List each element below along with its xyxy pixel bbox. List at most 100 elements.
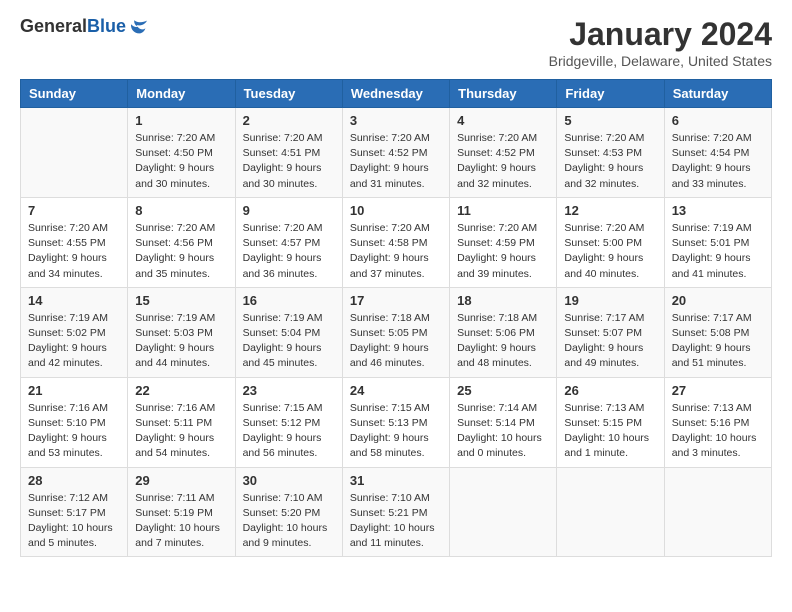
calendar-cell: 13 Sunrise: 7:19 AMSunset: 5:01 PMDayligh… bbox=[664, 197, 771, 287]
calendar-cell: 1Sunrise: 7:20 AMSunset: 4:50 PMDaylight… bbox=[128, 108, 235, 198]
day-number: 14 bbox=[28, 293, 120, 308]
calendar-cell: 12Sunrise: 7:20 AMSunset: 5:00 PMDayligh… bbox=[557, 197, 664, 287]
calendar-cell: 20 Sunrise: 7:17 AMSunset: 5:08 PMDayligh… bbox=[664, 287, 771, 377]
day-number: 10 bbox=[350, 203, 442, 218]
day-info: Sunrise: 7:16 AMSunset: 5:10 PMDaylight:… bbox=[28, 401, 120, 462]
calendar-cell: 4 Sunrise: 7:20 AMSunset: 4:52 PMDaylight… bbox=[450, 108, 557, 198]
calendar-header-row: SundayMondayTuesdayWednesdayThursdayFrid… bbox=[21, 80, 772, 108]
calendar-cell: 17 Sunrise: 7:18 AMSunset: 5:05 PMDayligh… bbox=[342, 287, 449, 377]
day-info: Sunrise: 7:13 AMSunset: 5:16 PMDaylight:… bbox=[672, 401, 764, 462]
day-info: Sunrise: 7:19 AMSunset: 5:01 PMDaylight:… bbox=[672, 221, 764, 282]
calendar-cell: 14 Sunrise: 7:19 AMSunset: 5:02 PMDayligh… bbox=[21, 287, 128, 377]
calendar-cell: 2 Sunrise: 7:20 AMSunset: 4:51 PMDaylight… bbox=[235, 108, 342, 198]
logo-bird-icon bbox=[129, 19, 149, 35]
day-number: 8 bbox=[135, 203, 227, 218]
day-info: Sunrise: 7:20 AMSunset: 4:56 PMDaylight:… bbox=[135, 221, 227, 282]
calendar-cell: 11 Sunrise: 7:20 AMSunset: 4:59 PMDayligh… bbox=[450, 197, 557, 287]
calendar-cell: 19Sunrise: 7:17 AMSunset: 5:07 PMDayligh… bbox=[557, 287, 664, 377]
month-title: January 2024 bbox=[549, 16, 772, 53]
day-number: 21 bbox=[28, 383, 120, 398]
calendar-table: SundayMondayTuesdayWednesdayThursdayFrid… bbox=[20, 79, 772, 557]
weekday-header-wednesday: Wednesday bbox=[342, 80, 449, 108]
logo-blue-section: Blue bbox=[87, 16, 149, 37]
day-info: Sunrise: 7:11 AMSunset: 5:19 PMDaylight:… bbox=[135, 491, 227, 552]
day-info: Sunrise: 7:15 AMSunset: 5:13 PMDaylight:… bbox=[350, 401, 442, 462]
page-header: General Blue January 2024 Bridgeville, D… bbox=[20, 16, 772, 69]
day-number: 2 bbox=[243, 113, 335, 128]
day-number: 11 bbox=[457, 203, 549, 218]
calendar-cell: 5 Sunrise: 7:20 AMSunset: 4:53 PMDaylight… bbox=[557, 108, 664, 198]
calendar-cell: 23 Sunrise: 7:15 AMSunset: 5:12 PMDayligh… bbox=[235, 377, 342, 467]
day-number: 15 bbox=[135, 293, 227, 308]
day-number: 23 bbox=[243, 383, 335, 398]
day-number: 7 bbox=[28, 203, 120, 218]
day-number: 28 bbox=[28, 473, 120, 488]
day-info: Sunrise: 7:15 AMSunset: 5:12 PMDaylight:… bbox=[243, 401, 335, 462]
day-info: Sunrise: 7:16 AMSunset: 5:11 PMDaylight:… bbox=[135, 401, 227, 462]
day-number: 26 bbox=[564, 383, 656, 398]
day-info: Sunrise: 7:20 AMSunset: 4:54 PMDaylight:… bbox=[672, 131, 764, 192]
day-number: 4 bbox=[457, 113, 549, 128]
day-number: 5 bbox=[564, 113, 656, 128]
calendar-cell: 24 Sunrise: 7:15 AMSunset: 5:13 PMDayligh… bbox=[342, 377, 449, 467]
calendar-cell bbox=[21, 108, 128, 198]
day-info: Sunrise: 7:20 AMSunset: 4:51 PMDaylight:… bbox=[243, 131, 335, 192]
day-info: Sunrise: 7:20 AMSunset: 4:59 PMDaylight:… bbox=[457, 221, 549, 282]
day-info: Sunrise: 7:20 AMSunset: 4:58 PMDaylight:… bbox=[350, 221, 442, 282]
title-block: January 2024 Bridgeville, Delaware, Unit… bbox=[549, 16, 772, 69]
day-info: Sunrise: 7:13 AMSunset: 5:15 PMDaylight:… bbox=[564, 401, 656, 462]
calendar-cell: 22Sunrise: 7:16 AMSunset: 5:11 PMDayligh… bbox=[128, 377, 235, 467]
day-number: 18 bbox=[457, 293, 549, 308]
calendar-cell: 31Sunrise: 7:10 AMSunset: 5:21 PMDayligh… bbox=[342, 467, 449, 557]
day-number: 24 bbox=[350, 383, 442, 398]
day-info: Sunrise: 7:12 AMSunset: 5:17 PMDaylight:… bbox=[28, 491, 120, 552]
day-number: 6 bbox=[672, 113, 764, 128]
calendar-cell: 21 Sunrise: 7:16 AMSunset: 5:10 PMDayligh… bbox=[21, 377, 128, 467]
calendar-cell: 28 Sunrise: 7:12 AMSunset: 5:17 PMDayligh… bbox=[21, 467, 128, 557]
day-number: 27 bbox=[672, 383, 764, 398]
calendar-cell: 27 Sunrise: 7:13 AMSunset: 5:16 PMDayligh… bbox=[664, 377, 771, 467]
weekday-header-friday: Friday bbox=[557, 80, 664, 108]
calendar-cell: 6 Sunrise: 7:20 AMSunset: 4:54 PMDaylight… bbox=[664, 108, 771, 198]
weekday-header-monday: Monday bbox=[128, 80, 235, 108]
day-number: 30 bbox=[243, 473, 335, 488]
calendar-week-2: 7 Sunrise: 7:20 AMSunset: 4:55 PMDaylight… bbox=[21, 197, 772, 287]
day-info: Sunrise: 7:20 AMSunset: 4:52 PMDaylight:… bbox=[350, 131, 442, 192]
calendar-week-5: 28 Sunrise: 7:12 AMSunset: 5:17 PMDayligh… bbox=[21, 467, 772, 557]
day-number: 13 bbox=[672, 203, 764, 218]
logo: General Blue bbox=[20, 16, 149, 37]
day-info: Sunrise: 7:14 AMSunset: 5:14 PMDaylight:… bbox=[457, 401, 549, 462]
weekday-header-thursday: Thursday bbox=[450, 80, 557, 108]
calendar-cell: 9 Sunrise: 7:20 AMSunset: 4:57 PMDaylight… bbox=[235, 197, 342, 287]
weekday-header-tuesday: Tuesday bbox=[235, 80, 342, 108]
day-info: Sunrise: 7:19 AMSunset: 5:03 PMDaylight:… bbox=[135, 311, 227, 372]
calendar-cell: 3Sunrise: 7:20 AMSunset: 4:52 PMDaylight… bbox=[342, 108, 449, 198]
day-info: Sunrise: 7:20 AMSunset: 4:57 PMDaylight:… bbox=[243, 221, 335, 282]
day-number: 16 bbox=[243, 293, 335, 308]
day-info: Sunrise: 7:18 AMSunset: 5:06 PMDaylight:… bbox=[457, 311, 549, 372]
calendar-cell: 18 Sunrise: 7:18 AMSunset: 5:06 PMDayligh… bbox=[450, 287, 557, 377]
day-info: Sunrise: 7:17 AMSunset: 5:07 PMDaylight:… bbox=[564, 311, 656, 372]
calendar-cell bbox=[557, 467, 664, 557]
day-number: 17 bbox=[350, 293, 442, 308]
day-number: 29 bbox=[135, 473, 227, 488]
calendar-cell bbox=[450, 467, 557, 557]
weekday-header-sunday: Sunday bbox=[21, 80, 128, 108]
day-info: Sunrise: 7:10 AMSunset: 5:21 PMDaylight:… bbox=[350, 491, 442, 552]
calendar-cell bbox=[664, 467, 771, 557]
location-text: Bridgeville, Delaware, United States bbox=[549, 53, 772, 69]
day-number: 25 bbox=[457, 383, 549, 398]
logo-blue-text: Blue bbox=[87, 16, 126, 37]
day-info: Sunrise: 7:17 AMSunset: 5:08 PMDaylight:… bbox=[672, 311, 764, 372]
day-info: Sunrise: 7:20 AMSunset: 4:55 PMDaylight:… bbox=[28, 221, 120, 282]
day-info: Sunrise: 7:20 AMSunset: 5:00 PMDaylight:… bbox=[564, 221, 656, 282]
calendar-cell: 10 Sunrise: 7:20 AMSunset: 4:58 PMDayligh… bbox=[342, 197, 449, 287]
day-info: Sunrise: 7:20 AMSunset: 4:53 PMDaylight:… bbox=[564, 131, 656, 192]
calendar-cell: 15 Sunrise: 7:19 AMSunset: 5:03 PMDayligh… bbox=[128, 287, 235, 377]
day-info: Sunrise: 7:20 AMSunset: 4:52 PMDaylight:… bbox=[457, 131, 549, 192]
day-info: Sunrise: 7:18 AMSunset: 5:05 PMDaylight:… bbox=[350, 311, 442, 372]
calendar-cell: 30Sunrise: 7:10 AMSunset: 5:20 PMDayligh… bbox=[235, 467, 342, 557]
day-info: Sunrise: 7:19 AMSunset: 5:02 PMDaylight:… bbox=[28, 311, 120, 372]
day-number: 9 bbox=[243, 203, 335, 218]
day-number: 20 bbox=[672, 293, 764, 308]
